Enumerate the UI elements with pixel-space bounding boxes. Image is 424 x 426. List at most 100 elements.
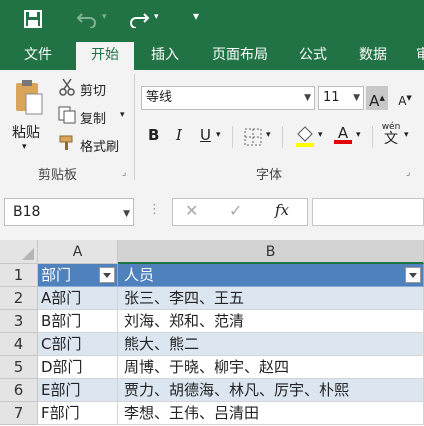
- phonetic-guide-icon[interactable]: wén 文: [380, 122, 402, 146]
- cell-dept[interactable]: A部门: [38, 287, 118, 310]
- cell-staff[interactable]: 贾力、胡德海、林凡、厉宇、朴熙: [118, 379, 424, 402]
- quick-access-toolbar: ▾ ▾ ▾: [0, 0, 424, 40]
- cut-icon[interactable]: [58, 78, 76, 96]
- cell-dept[interactable]: B部门: [38, 310, 118, 333]
- cell-text: 贾力、胡德海、林凡、厉宇、朴熙: [124, 381, 350, 399]
- cell-staff[interactable]: 李想、王伟、吕清田: [118, 402, 424, 425]
- phonetic-dropdown-icon[interactable]: ▾: [404, 130, 409, 140]
- cell-staff[interactable]: 熊大、熊二: [118, 333, 424, 356]
- chevron-down-icon[interactable]: ▼: [353, 87, 360, 109]
- row-header[interactable]: 2: [0, 287, 38, 310]
- underline-dropdown-icon[interactable]: ▾: [216, 130, 221, 140]
- filter-dropdown-icon[interactable]: [99, 267, 115, 283]
- cell-text: 刘海、郑和、范清: [124, 312, 245, 330]
- borders-icon[interactable]: [244, 128, 262, 146]
- fill-color-dropdown-icon[interactable]: ▾: [318, 130, 323, 140]
- formula-buttons: ✕ ✓ fx: [172, 198, 308, 226]
- tab-review[interactable]: 审: [408, 40, 424, 70]
- cell-text: 人员: [124, 266, 155, 284]
- tab-insert[interactable]: 插入: [140, 40, 190, 70]
- undo-dropdown-icon[interactable]: ▾: [102, 12, 107, 22]
- paste-button[interactable]: 粘贴: [12, 122, 40, 142]
- font-size-combo[interactable]: 11 ▼: [318, 86, 364, 110]
- formula-input[interactable]: [312, 198, 424, 226]
- tab-data[interactable]: 数据: [346, 40, 400, 70]
- borders-dropdown-icon[interactable]: ▾: [266, 130, 271, 140]
- font-name-value: 等线: [146, 90, 173, 105]
- insert-function-icon[interactable]: fx: [275, 201, 289, 219]
- copy-button[interactable]: 复制: [80, 108, 106, 127]
- cell-text: E部门: [41, 381, 81, 399]
- clipboard-launcher-icon[interactable]: ⌟: [122, 168, 126, 178]
- font-color-icon[interactable]: A: [334, 124, 352, 148]
- tab-page-layout[interactable]: 页面布局: [198, 40, 282, 70]
- filter-dropdown-icon[interactable]: [405, 267, 421, 283]
- copy-dropdown-icon[interactable]: ▾: [120, 110, 125, 120]
- name-box[interactable]: B18 ▼: [4, 198, 134, 226]
- redo-dropdown-icon[interactable]: ▾: [154, 12, 159, 22]
- cell-text: A部门: [41, 289, 82, 307]
- paste-dropdown-icon[interactable]: ▾: [22, 142, 27, 152]
- increase-font-size-icon[interactable]: A▲: [366, 86, 388, 110]
- row-header[interactable]: 1: [0, 264, 38, 287]
- paste-icon[interactable]: [14, 78, 44, 116]
- cell-dept[interactable]: D部门: [38, 356, 118, 379]
- drag-handle-icon[interactable]: ⋮: [148, 202, 161, 217]
- tab-formulas[interactable]: 公式: [288, 40, 338, 70]
- cell-staff[interactable]: 张三、李四、王五: [118, 287, 424, 310]
- redo-icon[interactable]: [128, 10, 150, 28]
- formula-bar: B18 ▼ ⋮ ✕ ✓ fx: [0, 184, 424, 240]
- column-header-a[interactable]: A: [38, 240, 118, 264]
- undo-icon[interactable]: [76, 10, 98, 28]
- save-icon[interactable]: [24, 10, 42, 28]
- row-header[interactable]: 6: [0, 379, 38, 402]
- row-header[interactable]: 4: [0, 333, 38, 356]
- divider: [372, 126, 373, 148]
- decrease-font-size-icon[interactable]: A▼: [394, 86, 416, 110]
- cut-button[interactable]: 剪切: [80, 80, 106, 99]
- font-group-label: 字体: [256, 168, 283, 183]
- row-header[interactable]: 3: [0, 310, 38, 333]
- enter-icon[interactable]: ✓: [229, 201, 242, 220]
- row-header[interactable]: 5: [0, 356, 38, 379]
- row-header[interactable]: 7: [0, 402, 38, 425]
- customize-qat-icon[interactable]: ▾: [193, 9, 199, 23]
- column-header-b[interactable]: B: [118, 240, 424, 264]
- font-color-dropdown-icon[interactable]: ▾: [356, 130, 361, 140]
- cell-text: 周博、于晓、柳宇、赵四: [124, 358, 290, 376]
- chevron-down-icon[interactable]: ▼: [304, 87, 311, 109]
- font-size-value: 11: [323, 90, 340, 105]
- format-painter-icon[interactable]: [58, 134, 76, 152]
- cancel-icon[interactable]: ✕: [185, 201, 198, 220]
- bold-icon[interactable]: B: [148, 126, 159, 144]
- chevron-down-icon[interactable]: ▼: [123, 201, 130, 227]
- fill-color-icon[interactable]: [294, 124, 316, 148]
- font-launcher-icon[interactable]: ⌟: [406, 168, 410, 178]
- font-name-combo[interactable]: 等线 ▼: [141, 86, 315, 110]
- clipboard-group-label: 剪贴板: [38, 168, 78, 183]
- cell-dept[interactable]: C部门: [38, 333, 118, 356]
- divider: [232, 126, 233, 148]
- select-all-corner[interactable]: [0, 240, 38, 264]
- italic-icon[interactable]: I: [176, 126, 182, 144]
- tab-home[interactable]: 开始: [76, 42, 134, 70]
- cell-text: 熊大、熊二: [124, 335, 200, 353]
- underline-icon[interactable]: U: [200, 126, 211, 144]
- tab-file[interactable]: 文件: [10, 40, 66, 70]
- copy-icon[interactable]: [58, 106, 76, 124]
- cell-text: 部门: [41, 266, 72, 284]
- cell-text: C部门: [41, 335, 82, 353]
- cell-text: 李想、王伟、吕清田: [124, 404, 260, 422]
- cell-dept[interactable]: E部门: [38, 379, 118, 402]
- header-cell-dept[interactable]: 部门: [38, 264, 118, 287]
- divider: [282, 126, 283, 148]
- ribbon-tabs: 文件 开始 插入 页面布局 公式 数据 审: [0, 40, 424, 70]
- header-cell-staff[interactable]: 人员: [118, 264, 424, 287]
- cell-staff[interactable]: 周博、于晓、柳宇、赵四: [118, 356, 424, 379]
- cell-dept[interactable]: F部门: [38, 402, 118, 425]
- format-painter-button[interactable]: 格式刷: [80, 136, 119, 155]
- cell-staff[interactable]: 刘海、郑和、范清: [118, 310, 424, 333]
- cell-text: F部门: [41, 404, 80, 422]
- cell-text: D部门: [41, 358, 83, 376]
- ribbon: 粘贴 ▾ 剪切 复制 ▾ 格式刷 剪贴板 ⌟ 等线 ▼ 11 ▼ A▲ A▼ B…: [0, 70, 424, 185]
